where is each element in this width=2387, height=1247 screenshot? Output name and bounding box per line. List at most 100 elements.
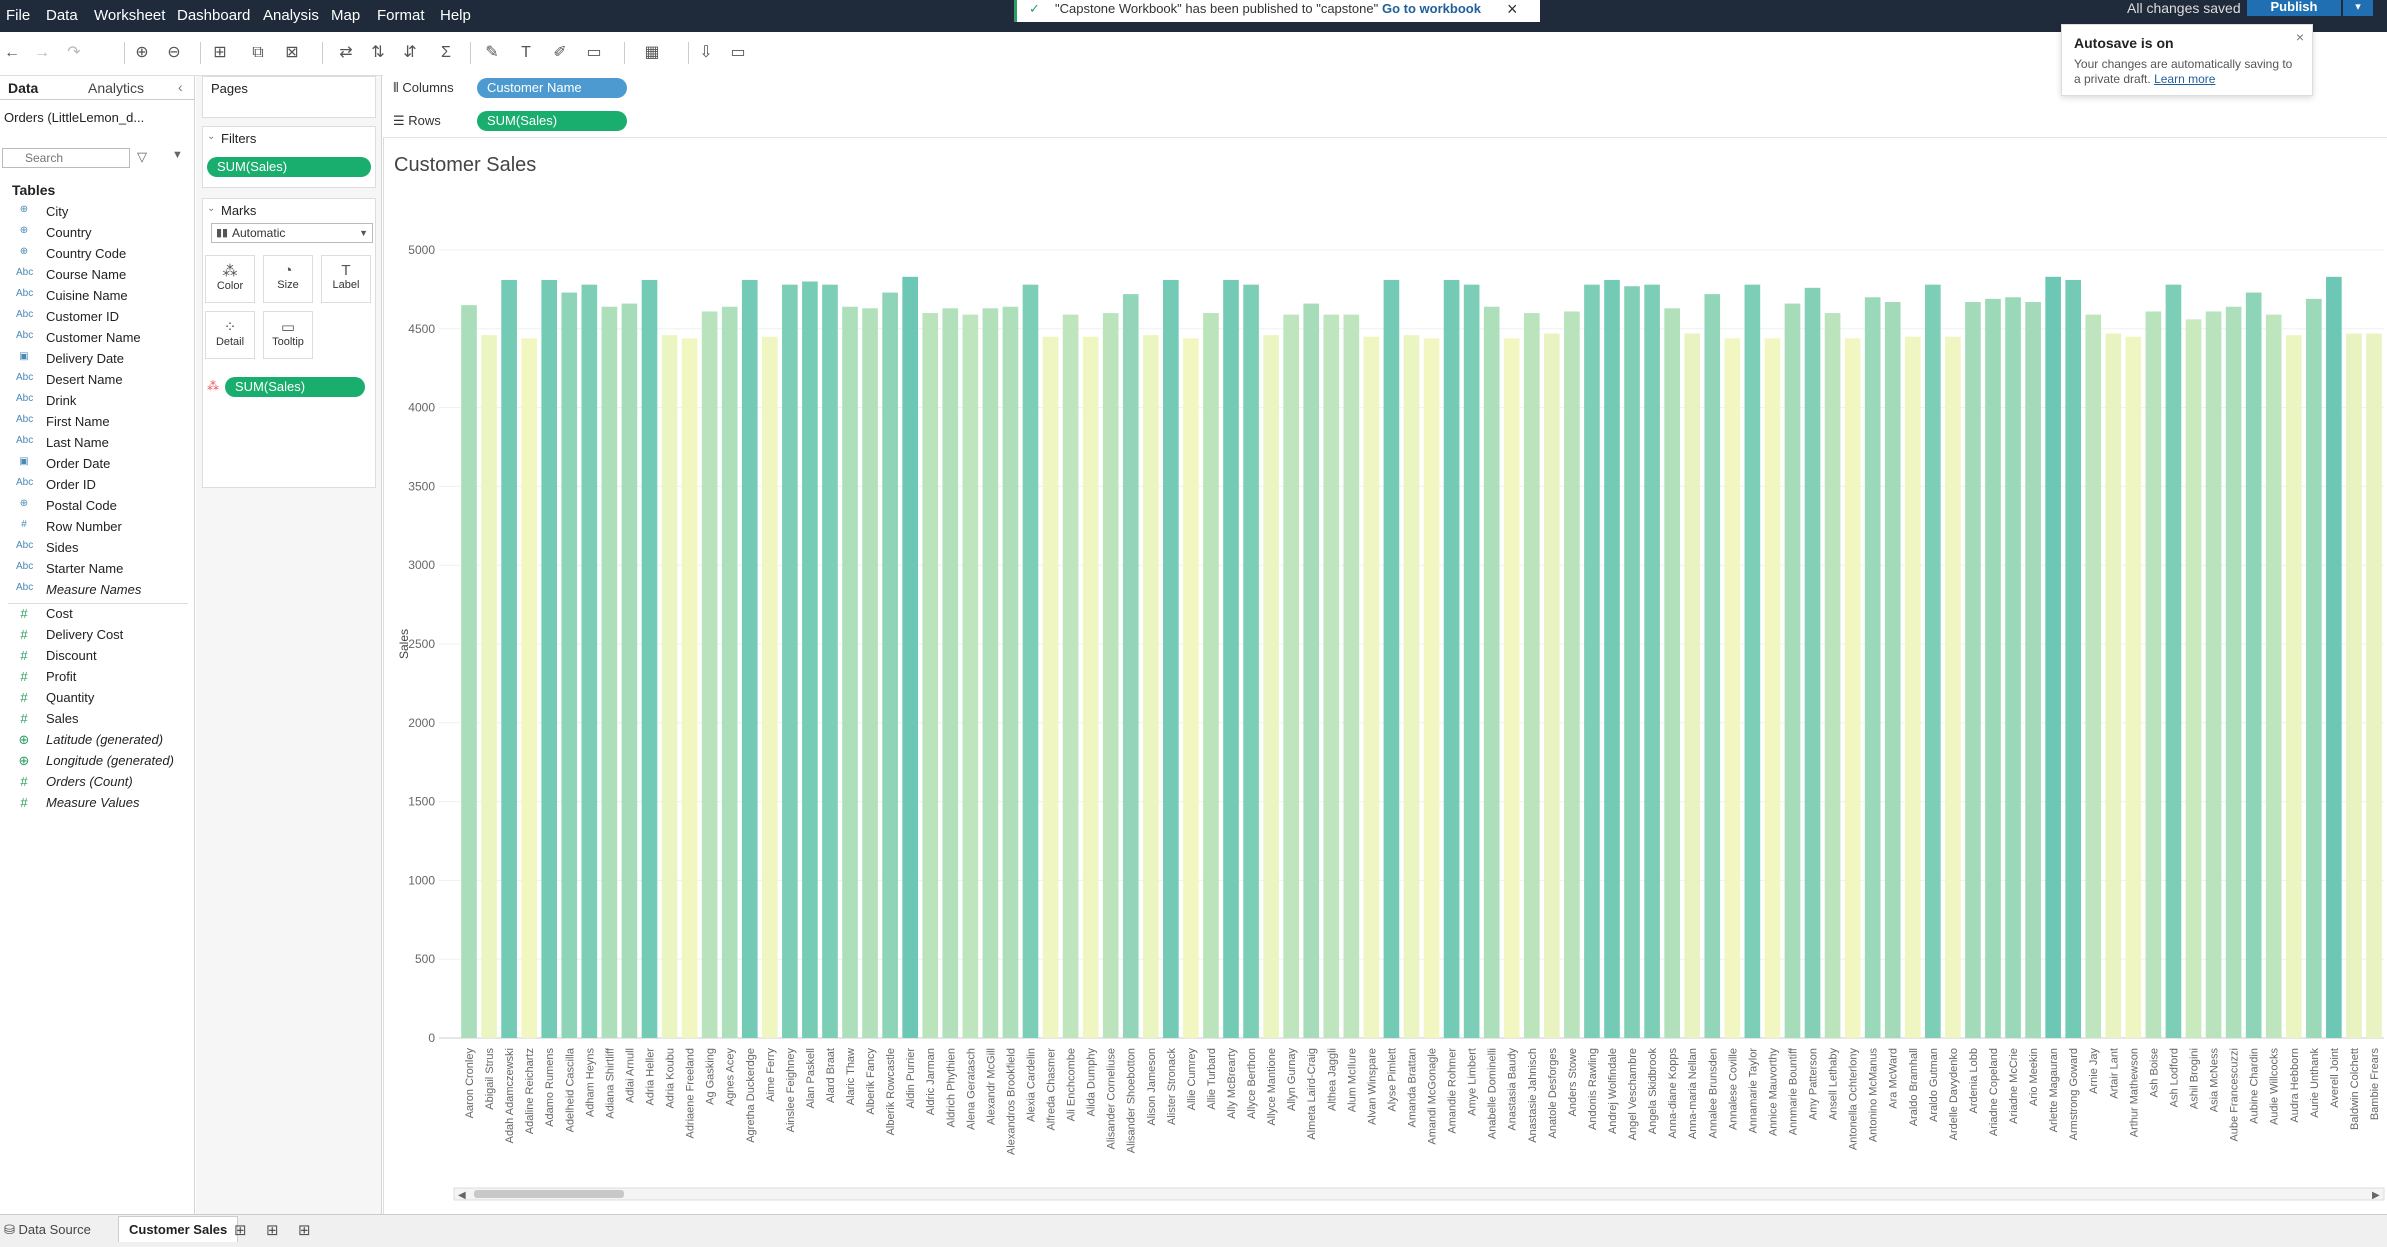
field-sales[interactable]: # Sales: [0, 709, 195, 730]
sort-descending-icon[interactable]: ⇵: [398, 42, 422, 64]
mark-type-select[interactable]: ▮▮ Automatic ▼: [211, 223, 373, 243]
field-delivery-cost[interactable]: # Delivery Cost: [0, 625, 195, 646]
field-search-input[interactable]: [2, 148, 130, 168]
publish-dropdown-icon[interactable]: ▾: [2343, 0, 2373, 16]
field-order-date[interactable]: ▣ Order Date: [0, 454, 195, 475]
color-pill-sum-sales[interactable]: SUM(Sales): [225, 377, 365, 397]
download-icon[interactable]: ⇩: [694, 42, 718, 64]
abc-icon: Abc: [16, 288, 34, 299]
detail-button[interactable]: ⁘ Detail: [205, 311, 255, 359]
pane-menu-icon[interactable]: ▼: [172, 149, 183, 161]
menu-file[interactable]: File: [6, 7, 30, 24]
format-workbook-icon[interactable]: ✐: [548, 42, 572, 64]
pause-updates-icon[interactable]: ⊖: [162, 42, 186, 64]
fit-icon[interactable]: ▭: [582, 42, 606, 64]
field-row-number[interactable]: # Row Number: [0, 517, 195, 538]
field-first-name[interactable]: Abc First Name: [0, 412, 195, 433]
new-dashboard-icon[interactable]: ⊞: [266, 1221, 279, 1239]
field-desert-name[interactable]: Abc Desert Name: [0, 370, 195, 391]
field-quantity[interactable]: # Quantity: [0, 688, 195, 709]
field-order-id[interactable]: Abc Order ID: [0, 475, 195, 496]
new-worksheet-icon[interactable]: ⊞: [208, 42, 232, 64]
hash-icon: #: [20, 690, 28, 705]
learn-more-link[interactable]: Learn more: [2154, 72, 2215, 86]
sort-ascending-icon[interactable]: ⇅: [366, 42, 390, 64]
field-starter-name[interactable]: Abc Starter Name: [0, 559, 195, 580]
field-course-name[interactable]: Abc Course Name: [0, 265, 195, 286]
scrollbar-thumb[interactable]: [474, 1190, 624, 1198]
chevron-down-icon[interactable]: ⌄: [207, 131, 215, 142]
close-icon[interactable]: ×: [2296, 29, 2304, 45]
filter-icon[interactable]: ▽: [137, 149, 147, 165]
field-last-name[interactable]: Abc Last Name: [0, 433, 195, 454]
clear-sheet-icon[interactable]: ⊠: [280, 42, 304, 64]
redo-icon[interactable]: →: [30, 42, 54, 64]
redo-dropdown-icon[interactable]: ↷: [62, 42, 86, 64]
filter-pill-sum-sales[interactable]: SUM(Sales): [207, 157, 371, 177]
field-drink[interactable]: Abc Drink: [0, 391, 195, 412]
menu-worksheet[interactable]: Worksheet: [94, 7, 165, 24]
bar: [1604, 279, 1620, 1039]
field-profit[interactable]: # Profit: [0, 667, 195, 688]
x-tick-label: Adlai Arnull: [624, 1048, 636, 1103]
tab-data[interactable]: Data: [8, 80, 38, 96]
rows-shelf[interactable]: ☰ Rows SUM(Sales): [383, 104, 2387, 138]
menu-dashboard[interactable]: Dashboard: [177, 7, 250, 24]
undo-icon[interactable]: ←: [0, 42, 24, 64]
menu-data[interactable]: Data: [46, 7, 78, 24]
chevron-down-icon[interactable]: ⌄: [207, 203, 215, 214]
menu-analysis[interactable]: Analysis: [263, 7, 319, 24]
new-data-source-icon[interactable]: ⊕: [130, 42, 154, 64]
marks-card: ⌄ Marks ▮▮ Automatic ▼ ⁂ Color ◔ Size T Lab…: [202, 198, 376, 488]
new-story-icon[interactable]: ⊞: [298, 1221, 311, 1239]
columns-pill-customer-name[interactable]: Customer Name: [477, 78, 627, 98]
rows-pill-sum-sales[interactable]: SUM(Sales): [477, 111, 627, 131]
field-discount[interactable]: # Discount: [0, 646, 195, 667]
menu-format[interactable]: Format: [377, 7, 425, 24]
tab-data-source[interactable]: ⛁ Data Source: [4, 1222, 91, 1238]
highlight-icon[interactable]: ✎: [480, 42, 504, 64]
show-labels-icon[interactable]: T: [514, 42, 538, 64]
field-city[interactable]: ⊕ City: [0, 202, 195, 223]
field-sides[interactable]: Abc Sides: [0, 538, 195, 559]
field-longitude-generated[interactable]: ⊕ Longitude (generated): [0, 751, 195, 772]
horizontal-scrollbar[interactable]: [453, 1187, 2385, 1201]
field-delivery-date[interactable]: ▣ Delivery Date: [0, 349, 195, 370]
menu-map[interactable]: Map: [331, 7, 360, 24]
menu-help[interactable]: Help: [440, 7, 471, 24]
field-postal-code[interactable]: ⊕ Postal Code: [0, 496, 195, 517]
field-cuisine-name[interactable]: Abc Cuisine Name: [0, 286, 195, 307]
pages-card[interactable]: Pages: [202, 76, 376, 118]
field-customer-id[interactable]: Abc Customer ID: [0, 307, 195, 328]
filters-card[interactable]: ⌄ Filters SUM(Sales): [202, 126, 376, 188]
field-label: Longitude (generated): [46, 753, 174, 768]
bar-chart: 0 500 1000 1500 2000 2500 3000 3500 4000 4500 5000…: [397, 243, 2385, 1201]
tab-analytics[interactable]: Analytics: [88, 80, 144, 96]
duplicate-sheet-icon[interactable]: ⧉: [246, 42, 270, 64]
show-me-icon[interactable]: ▦: [640, 42, 664, 64]
field-orders-count[interactable]: # Orders (Count): [0, 772, 195, 793]
totals-icon[interactable]: Σ: [434, 42, 458, 64]
field-measure-values[interactable]: # Measure Values: [0, 793, 195, 814]
swap-axes-icon[interactable]: ⇄: [334, 42, 358, 64]
go-to-workbook-link[interactable]: Go to workbook: [1382, 1, 1481, 16]
field-latitude-generated[interactable]: ⊕ Latitude (generated): [0, 730, 195, 751]
tab-customer-sales[interactable]: Customer Sales: [118, 1216, 239, 1242]
bar: [1002, 306, 1019, 1039]
field-cost[interactable]: # Cost: [0, 604, 195, 625]
color-button[interactable]: ⁂ Color: [205, 255, 255, 303]
presentation-icon[interactable]: ▭: [726, 42, 750, 64]
publish-button[interactable]: Publish: [2247, 0, 2341, 16]
field-country[interactable]: ⊕ Country: [0, 223, 195, 244]
label-button[interactable]: T Label: [321, 255, 371, 303]
y-tick-label: 3000: [408, 558, 435, 572]
data-source-name[interactable]: Orders (LittleLemon_d...: [4, 110, 144, 125]
collapse-icon[interactable]: ‹: [178, 79, 183, 95]
field-measure-names[interactable]: Abc Measure Names: [0, 580, 195, 601]
field-customer-name[interactable]: Abc Customer Name: [0, 328, 195, 349]
tooltip-button[interactable]: ▭ Tooltip: [263, 311, 313, 359]
close-icon[interactable]: ×: [1507, 0, 1518, 20]
new-worksheet-icon[interactable]: ⊞: [234, 1221, 247, 1239]
field-country-code[interactable]: ⊕ Country Code: [0, 244, 195, 265]
size-button[interactable]: ◔ Size: [263, 255, 313, 303]
